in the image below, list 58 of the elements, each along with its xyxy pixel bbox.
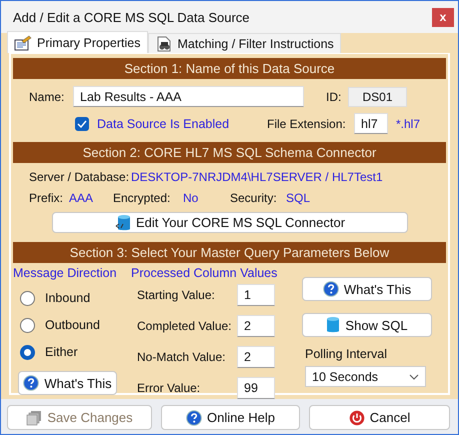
server-value: DESKTOP-7NRJDM4\HL7SERVER / HL7Test1	[131, 170, 383, 184]
radio-button[interactable]	[20, 344, 35, 360]
help-icon	[322, 281, 339, 297]
field-label: Encrypted:	[113, 191, 172, 205]
field-label: Completed Value:	[137, 319, 232, 333]
radio-label: Outbound	[45, 318, 100, 332]
field-label: Starting Value:	[137, 288, 216, 302]
id-field: DS01	[348, 86, 407, 106]
group-title: Message Direction	[13, 266, 118, 280]
help-icon	[186, 410, 202, 426]
field-label: No-Match Value:	[137, 350, 226, 364]
section-header: Section 2: CORE HL7 MS SQL Schema Connector	[13, 142, 446, 163]
help-button[interactable]: Online Help	[161, 405, 300, 430]
value-field[interactable]: 2	[237, 315, 275, 337]
form-icon	[14, 34, 32, 50]
show-sql-button[interactable]: Show SQL	[302, 313, 432, 337]
radio-button[interactable]	[20, 290, 35, 306]
field-label: Server / Database:	[29, 170, 130, 184]
value-field[interactable]: 2	[237, 346, 275, 368]
disks-icon	[26, 410, 42, 426]
close-button[interactable]: x	[432, 8, 454, 26]
field-label: Polling Interval	[305, 347, 388, 361]
window-title: Add / Edit a CORE MS SQL Data Source	[13, 10, 251, 24]
extension-pattern: *.hl7	[396, 116, 420, 130]
database-icon	[114, 214, 131, 232]
extension-field[interactable]: hl7	[354, 113, 388, 134]
field-label: ID:	[326, 90, 342, 104]
cancel-button[interactable]: Cancel	[309, 405, 450, 430]
tab[interactable]: Matching / Filter Instructions	[148, 33, 341, 53]
check-icon	[77, 120, 87, 128]
radio-label: Either	[45, 345, 78, 359]
database-icon	[326, 316, 340, 334]
field-label: Error Value:	[137, 381, 202, 395]
tab[interactable]: Primary Properties	[7, 31, 148, 53]
checkbox-label: Data Source Is Enabled	[97, 116, 230, 130]
field-label: Name:	[29, 90, 66, 104]
power-icon	[348, 410, 365, 426]
chevron-icon	[409, 374, 419, 380]
field-value: No	[183, 191, 200, 205]
checkbox[interactable]	[75, 116, 89, 130]
whats-this-button[interactable]: What's This	[302, 277, 432, 301]
field-label: Security:	[230, 191, 278, 205]
section-header: Section 3: Select Your Master Query Parameters Below	[13, 242, 446, 263]
field-value: AAA	[69, 191, 94, 205]
radio-label: Inbound	[45, 291, 90, 305]
section-header: Section 1: Name of this Data Source	[13, 58, 446, 79]
value-field[interactable]: 1	[237, 284, 275, 306]
field-label: File Extension:	[267, 116, 347, 130]
radio-button[interactable]	[20, 318, 35, 332]
edit-connector-button[interactable]: Edit Your CORE MS SQL Connector	[52, 212, 408, 233]
polling-dropdown[interactable]: 10 Seconds	[305, 366, 426, 387]
group-title: Processed Column Values	[131, 266, 278, 280]
whats-this-button[interactable]: What's This	[18, 371, 117, 395]
field-value: SQL	[286, 191, 312, 205]
field-label: Prefix:	[29, 191, 64, 205]
name-field[interactable]: Lab Results - AAA	[73, 86, 304, 107]
value-field[interactable]: 99	[237, 377, 275, 399]
help-icon	[23, 375, 40, 391]
